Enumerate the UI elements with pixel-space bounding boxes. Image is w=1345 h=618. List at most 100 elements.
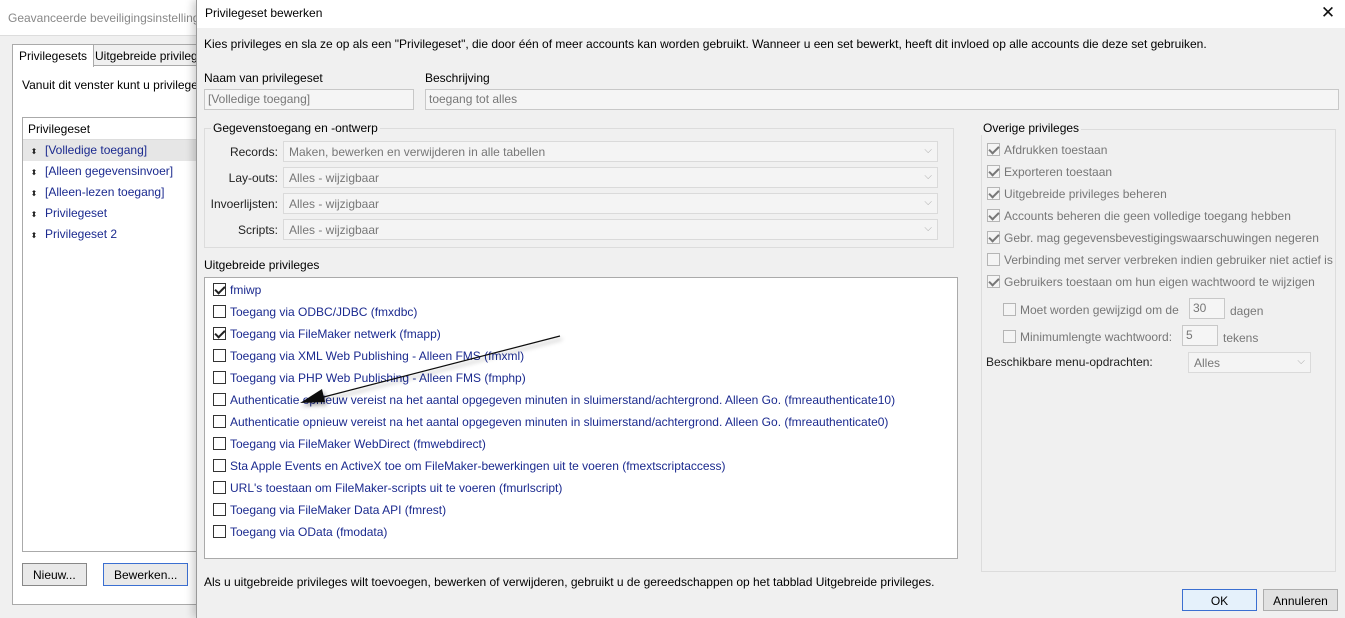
extended-privilege-item[interactable]: Authenticatie opnieuw vereist na het aan… bbox=[213, 393, 895, 411]
layouts-select[interactable]: Alles - wijzigbaar ⌵ bbox=[283, 167, 938, 188]
other-privilege-item[interactable]: Accounts beheren die geen volledige toeg… bbox=[987, 209, 1291, 223]
checkbox[interactable] bbox=[213, 305, 226, 318]
dialog-title: Privilegeset bewerken bbox=[205, 6, 323, 20]
checkbox[interactable] bbox=[1003, 303, 1016, 316]
list-item-label: [Alleen-lezen toegang] bbox=[45, 185, 165, 199]
menu-commands-select[interactable]: Alles ⌵ bbox=[1188, 352, 1311, 373]
checkbox[interactable] bbox=[987, 253, 1000, 266]
privilegeset-list[interactable]: Privilegeset ⬍ [Volledige toegang] ⬍ [Alle… bbox=[22, 117, 202, 552]
edit-button[interactable]: Bewerken... bbox=[103, 563, 189, 586]
extended-privilege-item[interactable]: fmiwp bbox=[213, 283, 261, 301]
data-access-group: Records: Lay-outs: Invoerlijsten: Script… bbox=[204, 128, 954, 248]
background-window-titlebar: Geavanceerde beveiligingsinstellingen bbox=[0, 0, 213, 36]
checkbox[interactable] bbox=[987, 143, 1000, 156]
list-item-label: [Volledige toegang] bbox=[45, 143, 148, 157]
checkbox[interactable] bbox=[987, 209, 1000, 222]
other-privilege-item[interactable]: Verbinding met server verbreken indien g… bbox=[987, 253, 1333, 267]
data-access-title: Gegevenstoegang en -ontwerp bbox=[211, 121, 380, 135]
chevron-down-icon: ⌵ bbox=[924, 171, 932, 182]
min-password-length-option[interactable]: Minimumlengte wachtwoord: bbox=[1003, 330, 1172, 344]
other-privilege-item[interactable]: Gebruikers toestaan om hun eigen wachtwo… bbox=[987, 275, 1315, 289]
chevron-down-icon: ⌵ bbox=[924, 145, 932, 156]
scripts-select[interactable]: Alles - wijzigbaar ⌵ bbox=[283, 219, 938, 240]
menu-commands-value: Alles bbox=[1194, 356, 1221, 370]
close-icon[interactable]: ✕ bbox=[1318, 3, 1338, 23]
drag-handle-icon[interactable]: ⬍ bbox=[27, 210, 41, 219]
other-privilege-label: Afdrukken toestaan bbox=[1004, 143, 1108, 157]
new-button[interactable]: Nieuw... bbox=[22, 563, 87, 586]
checkbox[interactable] bbox=[213, 437, 226, 450]
value-lists-select[interactable]: Alles - wijzigbaar ⌵ bbox=[283, 193, 938, 214]
records-label: Records: bbox=[229, 145, 278, 159]
description-field[interactable]: toegang tot alles bbox=[425, 89, 1339, 110]
checkbox[interactable] bbox=[213, 415, 226, 428]
list-item[interactable]: ⬍ Privilegeset bbox=[23, 203, 201, 224]
drag-handle-icon[interactable]: ⬍ bbox=[27, 189, 41, 198]
min-password-length-field[interactable]: 5 bbox=[1182, 325, 1218, 346]
chevron-down-icon: ⌵ bbox=[924, 197, 932, 208]
extended-privilege-item[interactable]: Toegang via OData (fmodata) bbox=[213, 525, 387, 543]
extended-privilege-label: Authenticatie opnieuw vereist na het aan… bbox=[230, 393, 896, 407]
extended-privilege-label: fmiwp bbox=[230, 283, 262, 297]
checkbox[interactable] bbox=[987, 165, 1000, 178]
checkbox[interactable] bbox=[213, 327, 226, 340]
cancel-button[interactable]: Annuleren bbox=[1263, 589, 1338, 611]
checkbox[interactable] bbox=[213, 525, 226, 538]
checkbox[interactable] bbox=[987, 275, 1000, 288]
other-privilege-item[interactable]: Uitgebreide privileges beheren bbox=[987, 187, 1167, 201]
records-select-value: Maken, bewerken en verwijderen in alle t… bbox=[289, 145, 546, 159]
ok-button[interactable]: OK bbox=[1182, 589, 1257, 611]
days-unit-label: dagen bbox=[1230, 304, 1264, 318]
list-item[interactable]: ⬍ [Alleen-lezen toegang] bbox=[23, 182, 201, 203]
checkbox[interactable] bbox=[213, 481, 226, 494]
checkbox[interactable] bbox=[987, 187, 1000, 200]
extended-privilege-item[interactable]: URL's toestaan om FileMaker-scripts uit … bbox=[213, 481, 562, 499]
background-window-title: Geavanceerde beveiligingsinstellingen bbox=[8, 11, 213, 25]
extended-privilege-item[interactable]: Authenticatie opnieuw vereist na het aan… bbox=[213, 415, 888, 433]
checkbox[interactable] bbox=[987, 231, 1000, 244]
extended-privilege-item[interactable]: Toegang via FileMaker WebDirect (fmwebdi… bbox=[213, 437, 486, 455]
checkbox[interactable] bbox=[213, 283, 226, 296]
list-item-label: Privilegeset bbox=[45, 206, 108, 220]
checkbox[interactable] bbox=[1003, 330, 1016, 343]
extended-privilege-label: Toegang via FileMaker Data API (fmrest) bbox=[230, 503, 447, 517]
extended-privilege-item[interactable]: Toegang via FileMaker netwerk (fmapp) bbox=[213, 327, 441, 345]
dialog-intro-text: Kies privileges en sla ze op als een "Pr… bbox=[204, 37, 1207, 51]
background-window: Geavanceerde beveiligingsinstellingen Pr… bbox=[0, 0, 218, 618]
checkbox[interactable] bbox=[213, 371, 226, 384]
list-item-label: Privilegeset 2 bbox=[45, 227, 118, 241]
privilegeset-list-header[interactable]: Privilegeset bbox=[23, 118, 201, 140]
checkbox[interactable] bbox=[213, 349, 226, 362]
password-change-interval-option[interactable]: Moet worden gewijzigd om de bbox=[1003, 303, 1179, 317]
extended-privilege-item[interactable]: Sta Apple Events en ActiveX toe om FileM… bbox=[213, 459, 726, 477]
other-privilege-item[interactable]: Exporteren toestaan bbox=[987, 165, 1112, 179]
extended-privilege-item[interactable]: Toegang via XML Web Publishing - Alleen … bbox=[213, 349, 524, 367]
drag-handle-icon[interactable]: ⬍ bbox=[27, 231, 41, 240]
edit-privilegeset-dialog: Privilegeset bewerken ✕ Kies privileges … bbox=[196, 0, 1345, 618]
extended-privileges-list: fmiwp Toegang via ODBC/JDBC (fmxdbc) Toe… bbox=[204, 277, 958, 559]
other-privilege-item[interactable]: Afdrukken toestaan bbox=[987, 143, 1107, 157]
layouts-select-value: Alles - wijzigbaar bbox=[289, 171, 380, 185]
password-change-days-field[interactable]: 30 bbox=[1189, 298, 1225, 319]
checkbox[interactable] bbox=[213, 503, 226, 516]
records-select[interactable]: Maken, bewerken en verwijderen in alle t… bbox=[283, 141, 938, 162]
drag-handle-icon[interactable]: ⬍ bbox=[27, 168, 41, 177]
extended-privilege-label: Toegang via PHP Web Publishing - Alleen … bbox=[230, 371, 526, 385]
drag-handle-icon[interactable]: ⬍ bbox=[27, 147, 41, 156]
extended-privilege-label: Toegang via OData (fmodata) bbox=[230, 525, 388, 539]
extended-privilege-label: Toegang via ODBC/JDBC (fmxdbc) bbox=[230, 305, 418, 319]
list-item[interactable]: ⬍ Privilegeset 2 bbox=[23, 224, 201, 245]
checkbox[interactable] bbox=[213, 459, 226, 472]
other-privilege-item[interactable]: Gebr. mag gegevensbevestigingswaarschuwi… bbox=[987, 231, 1319, 245]
list-item[interactable]: ⬍ [Volledige toegang] bbox=[23, 140, 201, 161]
extended-privilege-item[interactable]: Toegang via FileMaker Data API (fmrest) bbox=[213, 503, 446, 521]
footnote-text: Als u uitgebreide privileges wilt toevoe… bbox=[204, 575, 935, 589]
name-field[interactable]: [Volledige toegang] bbox=[204, 89, 414, 110]
list-item[interactable]: ⬍ [Alleen gegevensinvoer] bbox=[23, 161, 201, 182]
extended-privilege-item[interactable]: Toegang via ODBC/JDBC (fmxdbc) bbox=[213, 305, 417, 323]
tab-privilegesets[interactable]: Privilegesets bbox=[12, 44, 95, 67]
extended-privilege-label: Sta Apple Events en ActiveX toe om FileM… bbox=[230, 459, 726, 473]
extended-privilege-item[interactable]: Toegang via PHP Web Publishing - Alleen … bbox=[213, 371, 526, 389]
value-lists-select-value: Alles - wijzigbaar bbox=[289, 197, 380, 211]
checkbox[interactable] bbox=[213, 393, 226, 406]
